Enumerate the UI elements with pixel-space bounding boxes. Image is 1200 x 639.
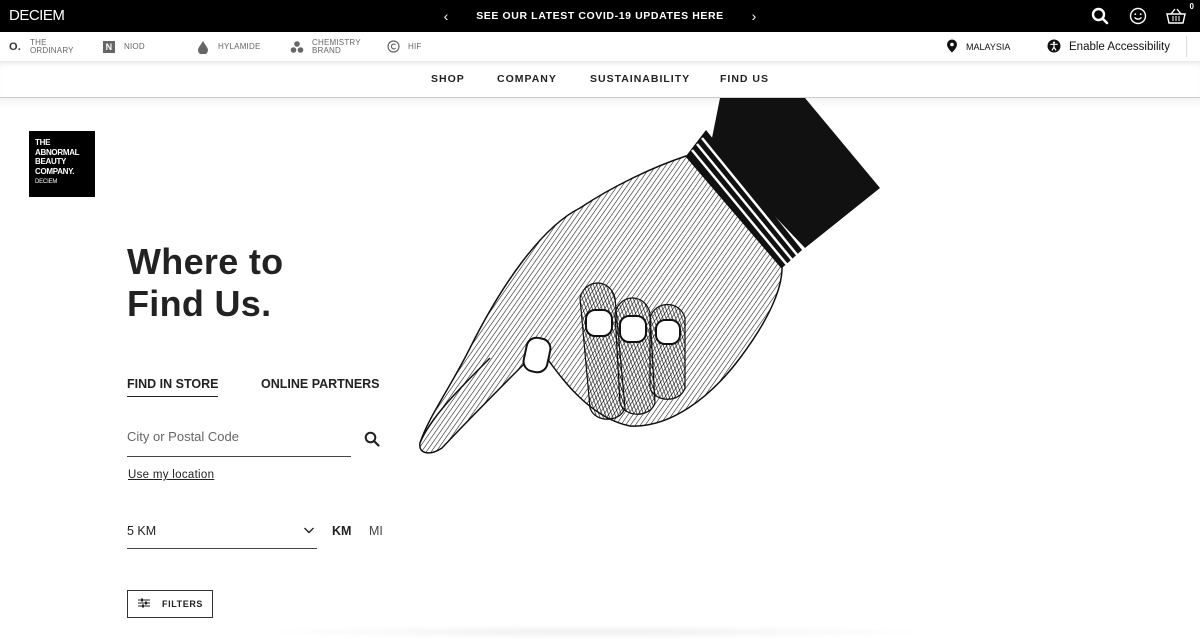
bottom-shadow [250,625,940,639]
tab-online-partners[interactable]: ONLINE PARTNERS [261,377,380,391]
page-title-line1: Where to [127,241,284,282]
deciem-logo[interactable]: DECIEM [9,7,65,24]
use-my-location-link[interactable]: Use my location [128,469,214,481]
sliders-icon [138,598,150,610]
pointing-hand-illustration [419,98,880,454]
logo-line: THE [35,138,51,147]
ordinary-logo-icon: O. [8,40,21,53]
drop-icon [196,40,210,54]
accessibility-toggle[interactable]: Enable Accessibility [1047,32,1170,61]
brand-label: HIF [408,41,422,51]
search-icon[interactable] [364,431,380,447]
nav-find-us[interactable]: FIND US [720,73,769,85]
accessibility-label: Enable Accessibility [1069,40,1170,53]
region-label: MALAYSIA [966,41,1011,52]
abnormal-beauty-company-logo: THE ABNORMAL BEAUTY COMPANY. DECIEM [29,131,95,197]
radius-select[interactable]: 5 KM [127,520,317,549]
brand-the-ordinary[interactable]: O. THE ORDINARY [8,32,74,61]
header-actions: 0 [1088,0,1194,32]
main-nav: SHOP COMPANY SUSTAINABILITY FIND US [0,61,1200,98]
chevron-left-icon[interactable]: ‹ [440,8,452,24]
molecule-icon [290,40,304,54]
brand-label: NIOD [124,41,145,51]
tab-find-in-store[interactable]: FIND IN STORE [127,377,219,397]
radius-value: 5 KM [127,524,157,538]
logo-subline: DECIEM [35,179,58,185]
nav-shop[interactable]: SHOP [431,73,465,85]
unit-mi-toggle[interactable]: MI [369,524,383,538]
promo-link[interactable]: SEE OUR LATEST COVID-19 UPDATES HERE [476,10,724,22]
page-title: Where to Find Us. [127,241,283,325]
promo-banner: ‹ SEE OUR LATEST COVID-19 UPDATES HERE › [440,0,760,32]
location-search-input[interactable] [127,429,337,444]
divider [1186,36,1187,57]
nav-sustainability[interactable]: SUSTAINABILITY [590,73,690,85]
brand-label-line2: ORDINARY [30,45,74,55]
chevron-down-icon [303,524,315,539]
chevron-right-icon[interactable]: › [748,8,760,24]
search-icon[interactable] [1088,4,1112,28]
search-field-wrapper [127,428,351,457]
page-title-line2: Find Us. [127,283,272,324]
brand-label: HYLAMIDE [218,41,261,51]
basket-icon[interactable]: 0 [1164,2,1194,28]
logo-line: BEAUTY [35,157,67,166]
accessibility-icon [1047,39,1061,55]
logo-line: ABNORMAL [35,147,80,157]
brand-label-line2: BRAND [312,45,342,55]
brand-label: THE ORDINARY [30,38,74,55]
brand-hif[interactable]: HIF [386,32,422,61]
location-pin-icon [946,39,958,55]
filters-button[interactable]: FILTERS [127,590,213,618]
nav-company[interactable]: COMPANY [497,73,557,85]
cart-count: 0 [1189,2,1194,11]
filters-label: FILTERS [162,599,204,609]
region-selector[interactable]: MALAYSIA [946,32,1010,61]
brand-niod[interactable]: N NIOD [102,32,145,61]
logo-line: COMPANY. [35,166,75,176]
brand-bar: O. THE ORDINARY N NIOD HYLAMIDE CHEMISTRY… [0,32,1200,61]
brand-hylamide[interactable]: HYLAMIDE [196,32,261,61]
unit-km-toggle[interactable]: KM [332,524,351,538]
niod-logo-icon: N [102,40,116,54]
brand-label: CHEMISTRY BRAND [312,38,361,55]
smiley-icon[interactable] [1126,4,1150,28]
top-bar: DECIEM ‹ SEE OUR LATEST COVID-19 UPDATES… [0,0,1200,32]
brand-chemistry-brand[interactable]: CHEMISTRY BRAND [290,32,361,61]
copyright-icon [386,40,400,54]
